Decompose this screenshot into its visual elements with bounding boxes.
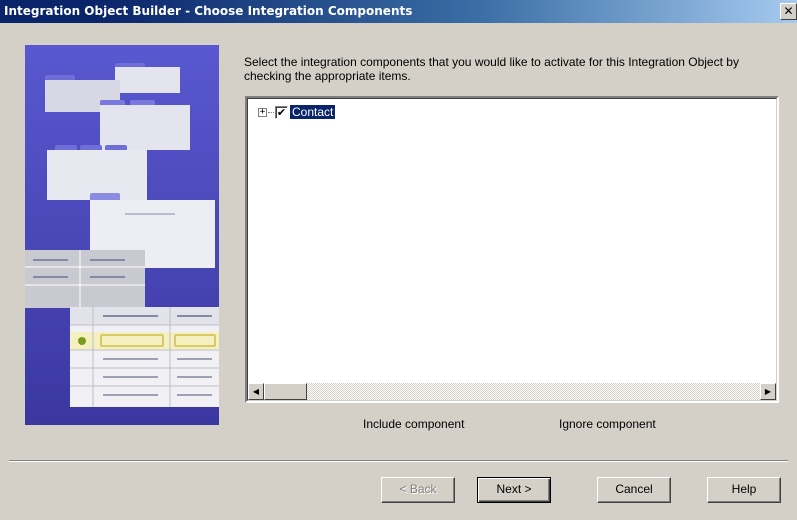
close-icon: ✕ <box>783 4 794 18</box>
tree-view-frame <box>247 98 777 401</box>
ignore-legend: Ignore component <box>559 417 656 431</box>
scroll-left-button[interactable]: ◀ <box>248 383 264 400</box>
help-button[interactable]: Help <box>707 477 781 503</box>
horizontal-scrollbar[interactable]: ◀ ▶ <box>248 383 776 400</box>
instructions-text: Select the integration components that y… <box>244 55 739 83</box>
folders-illustration-icon <box>25 45 219 425</box>
right-arrow-icon: ▶ <box>764 387 772 396</box>
dialog-window: Integration Object Builder - Choose Inte… <box>0 0 797 520</box>
wizard-image <box>25 45 219 425</box>
tree-item-contact[interactable]: + ✔ Contact <box>258 104 336 120</box>
scroll-right-button[interactable]: ▶ <box>760 383 776 400</box>
close-button[interactable]: ✕ <box>780 3 797 20</box>
scroll-thumb[interactable] <box>264 383 307 400</box>
include-legend: Include component <box>363 417 465 431</box>
title-bar[interactable]: Integration Object Builder - Choose Inte… <box>0 0 797 23</box>
tree-item-label[interactable]: Contact <box>290 105 336 119</box>
cancel-button[interactable]: Cancel <box>597 477 671 503</box>
include-checkbox[interactable]: ✔ <box>275 105 288 119</box>
tree-connector <box>268 111 274 113</box>
window-title: Integration Object Builder - Choose Inte… <box>4 4 413 18</box>
button-separator <box>9 460 788 462</box>
back-button[interactable]: < Back <box>381 477 455 503</box>
component-tree[interactable]: + ✔ Contact ◀ ▶ <box>245 96 779 403</box>
expand-icon[interactable]: + <box>258 107 267 117</box>
next-button[interactable]: Next > <box>477 477 551 503</box>
left-arrow-icon: ◀ <box>252 387 260 396</box>
